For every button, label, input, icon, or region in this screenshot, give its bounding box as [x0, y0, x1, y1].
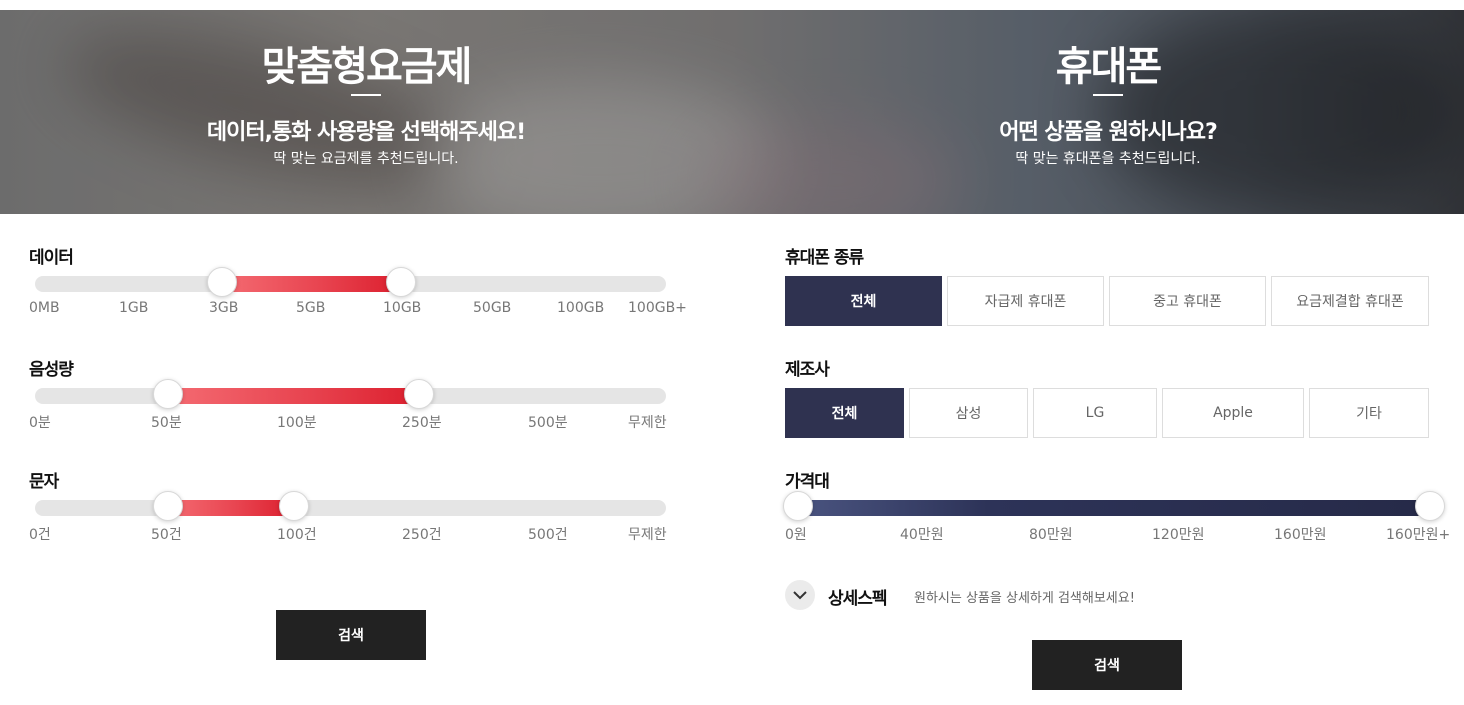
sms-label: 문자: [29, 472, 59, 492]
price-slider-range: [798, 500, 1430, 516]
data-tick: 10GB: [383, 300, 422, 316]
price-tick: 160만원: [1274, 527, 1327, 543]
voice-tick: 0분: [29, 415, 51, 431]
plan-search-button[interactable]: 검색: [276, 610, 426, 660]
detail-spec-title[interactable]: 상세스펙: [828, 584, 888, 609]
sms-slider-range: [168, 500, 294, 516]
plan-hero-divider: [351, 94, 381, 96]
voice-tick: 500분: [528, 415, 568, 431]
voice-tick: 무제한: [628, 415, 667, 431]
maker-option-other[interactable]: 기타: [1309, 388, 1429, 438]
plan-hero: 맞춤형요금제 데이터,통화 사용량을 선택해주세요! 딱 맞는 요금제를 추천드…: [0, 10, 732, 214]
data-tick: 3GB: [209, 300, 239, 316]
sms-slider-track[interactable]: [35, 500, 666, 516]
phone-hero-title: 휴대폰: [1055, 44, 1162, 90]
voice-slider-min-handle[interactable]: [153, 379, 183, 409]
price-slider-min-handle[interactable]: [783, 491, 813, 521]
data-label: 데이터: [29, 248, 74, 268]
sms-tick: 250건: [402, 527, 442, 543]
voice-label: 음성량: [29, 360, 74, 380]
sms-tick: 500건: [528, 527, 568, 543]
phone-hero-subtitle: 어떤 상품을 원하시나요?: [999, 120, 1217, 145]
price-tick: 0원: [785, 527, 807, 543]
price-slider-max-handle[interactable]: [1415, 491, 1445, 521]
detail-spec-description: 원하시는 상품을 상세하게 검색해보세요!: [914, 591, 1135, 606]
voice-tick: 250분: [402, 415, 442, 431]
data-tick: 0MB: [29, 300, 60, 316]
data-tick: 100GB: [557, 300, 605, 316]
data-tick: 5GB: [296, 300, 326, 316]
data-tick: 50GB: [473, 300, 512, 316]
data-slider-max-handle[interactable]: [386, 267, 416, 297]
phone-type-option-unlocked[interactable]: 자급제 휴대폰: [947, 276, 1104, 326]
price-tick: 80만원: [1029, 527, 1073, 543]
phone-type-option-used[interactable]: 중고 휴대폰: [1109, 276, 1266, 326]
sms-slider-min-handle[interactable]: [153, 491, 183, 521]
price-tick: 160만원+: [1386, 527, 1451, 543]
voice-slider-range: [168, 388, 419, 404]
data-tick: 100GB+: [628, 300, 687, 316]
maker-option-samsung[interactable]: 삼성: [909, 388, 1028, 438]
maker-option-lg[interactable]: LG: [1033, 388, 1157, 438]
data-tick: 1GB: [119, 300, 149, 316]
price-tick: 40만원: [900, 527, 944, 543]
voice-slider-max-handle[interactable]: [404, 379, 434, 409]
price-tick: 120만원: [1152, 527, 1205, 543]
data-slider-min-handle[interactable]: [207, 267, 237, 297]
phone-type-label: 휴대폰 종류: [785, 248, 864, 268]
sms-tick: 50건: [151, 527, 182, 543]
phone-hero-divider: [1093, 94, 1123, 96]
sms-tick: 무제한: [628, 527, 667, 543]
phone-type-option-plan-bundle[interactable]: 요금제결합 휴대폰: [1271, 276, 1429, 326]
phone-hero: 휴대폰 어떤 상품을 원하시나요? 딱 맞는 휴대폰을 추천드립니다.: [742, 10, 1464, 214]
data-slider-range: [222, 276, 401, 292]
phone-hero-description: 딱 맞는 휴대폰을 추천드립니다.: [1015, 151, 1201, 167]
voice-tick: 50분: [151, 415, 182, 431]
maker-option-all[interactable]: 전체: [785, 388, 904, 438]
sms-tick: 0건: [29, 527, 51, 543]
price-label: 가격대: [785, 472, 830, 492]
plan-hero-title: 맞춤형요금제: [261, 44, 473, 90]
phone-type-option-all[interactable]: 전체: [785, 276, 942, 326]
chevron-down-icon: [793, 590, 807, 599]
plan-hero-description: 딱 맞는 요금제를 추천드립니다.: [273, 151, 459, 167]
plan-hero-subtitle: 데이터,통화 사용량을 선택해주세요!: [206, 120, 526, 145]
detail-spec-toggle[interactable]: [785, 580, 815, 610]
phone-search-button[interactable]: 검색: [1032, 640, 1182, 690]
sms-tick: 100건: [277, 527, 317, 543]
maker-label: 제조사: [785, 360, 830, 380]
maker-option-apple[interactable]: Apple: [1162, 388, 1304, 438]
sms-slider-max-handle[interactable]: [279, 491, 309, 521]
voice-tick: 100분: [277, 415, 317, 431]
hero-banner: 맞춤형요금제 데이터,통화 사용량을 선택해주세요! 딱 맞는 요금제를 추천드…: [0, 10, 1464, 214]
